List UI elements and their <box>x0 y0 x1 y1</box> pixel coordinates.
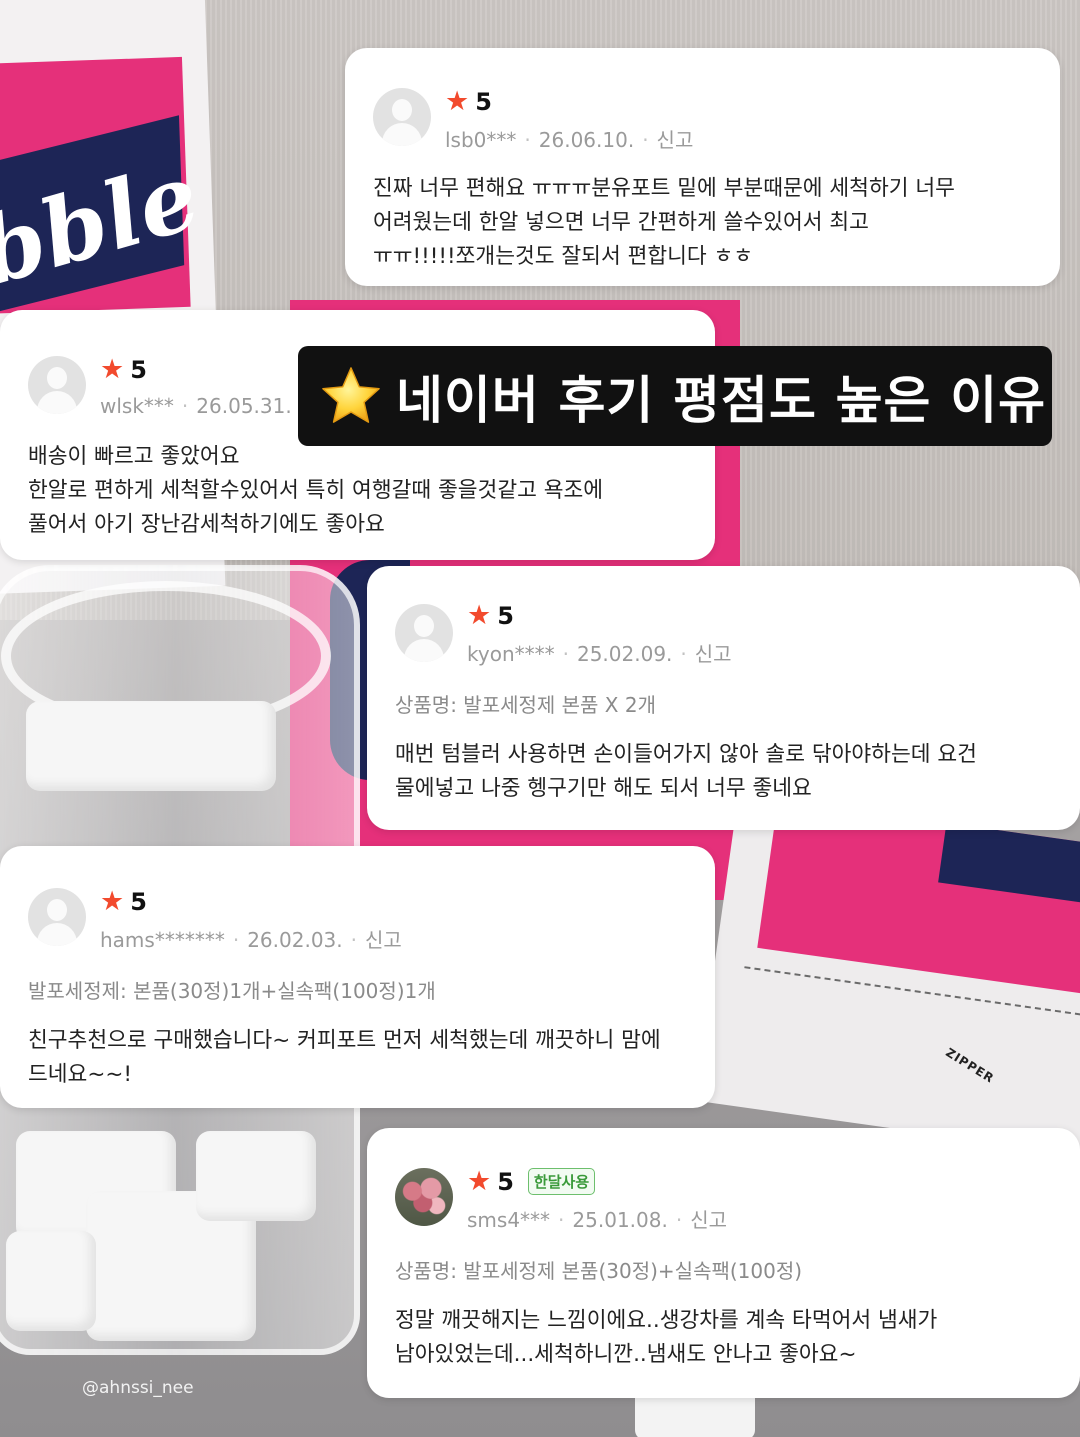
avatar <box>373 88 431 146</box>
review-date: 26.02.03. <box>247 928 343 952</box>
product-name: 상품명: 발포세정제 본품 X 2개 <box>395 693 656 717</box>
star-icon: ★ <box>467 600 492 631</box>
report-link[interactable]: 신고 <box>657 128 694 152</box>
avatar <box>395 1168 453 1226</box>
username: hams******* <box>100 928 225 952</box>
product-name: 발포세정제: 본품(30정)1개+실속팩(100정)1개 <box>28 979 436 1003</box>
watermark: @ahnssi_nee <box>82 1378 194 1398</box>
username: kyon**** <box>467 642 555 666</box>
product-bag-right: ZIPPER <box>695 793 1080 1157</box>
review-meta: kyon**** · 25.02.09. · 신고 <box>467 642 732 666</box>
rating-value: 5 <box>497 1167 514 1196</box>
rating: ★ 5 한달사용 <box>467 1166 596 1197</box>
product-name: 상품명: 발포세정제 본품(30정)+실속팩(100정) <box>395 1259 803 1283</box>
review-text: 정말 깨끗해지는 느낌이에요..생강차를 계속 타먹어서 냄새가 남아있었는데.… <box>395 1308 938 1367</box>
review-text: 매번 텀블러 사용하면 손이들어가지 않아 솔로 닦아야하는데 요건 물에넣고 … <box>395 742 977 801</box>
review-card: ★ 5 hams******* · 26.02.03. · 신고 발포세정제: 본품(3… <box>0 846 715 1108</box>
report-link[interactable]: 신고 <box>695 642 732 666</box>
review-text: 친구추천으로 구매했습니다~ 커피포트 먼저 세척했는데 깨끗하니 맘에 드네요… <box>28 1028 661 1087</box>
avatar <box>395 604 453 662</box>
star-icon: ★ <box>445 86 470 117</box>
star-icon: ★ <box>467 1166 492 1197</box>
review-meta: lsb0*** · 26.06.10. · 신고 <box>445 128 694 152</box>
avatar <box>28 888 86 946</box>
review-meta: hams******* · 26.02.03. · 신고 <box>100 928 402 952</box>
review-card: ★ 5 한달사용 sms4*** · 25.01.08. · 신고 상품명: 발포세정제… <box>367 1128 1080 1398</box>
rating-value: 5 <box>130 887 147 916</box>
review-date: 25.02.09. <box>576 642 673 666</box>
review-text: 진짜 너무 편해요 ㅠㅠㅠ분유포트 밑에 부분때문에 세척하기 너무 어려웠는데… <box>373 176 955 269</box>
username: lsb0*** <box>445 128 517 152</box>
star-icon: ★ <box>100 886 125 917</box>
rating: ★ 5 <box>467 602 514 629</box>
review-meta: wlsk*** · 26.05.31. <box>100 394 292 418</box>
review-text: 배송이 빠르고 좋았어요 한알로 편하게 세척할수있어서 특히 여행갈때 좋을것… <box>28 444 604 537</box>
headline-banner: 네이버 후기 평점도 높은 이유 <box>298 346 1052 446</box>
rating-value: 5 <box>475 87 492 116</box>
zipper-label: ZIPPER <box>943 1045 997 1086</box>
review-date: 26.05.31. <box>196 394 292 418</box>
review-meta: sms4*** · 25.01.08. · 신고 <box>467 1208 727 1232</box>
rating: ★ 5 <box>445 88 492 115</box>
tablet-cube <box>196 1131 316 1221</box>
rating: ★ 5 <box>100 888 147 915</box>
headline-text: 네이버 후기 평점도 높은 이유 <box>396 372 1047 431</box>
review-date: 26.06.10. <box>538 128 635 152</box>
tablet-cube <box>6 1231 96 1331</box>
report-link[interactable]: 신고 <box>365 928 402 952</box>
review-date: 25.01.08. <box>572 1208 668 1232</box>
username: wlsk*** <box>100 394 174 418</box>
avatar <box>28 356 86 414</box>
rating-value: 5 <box>497 601 514 630</box>
report-link[interactable]: 신고 <box>690 1208 727 1232</box>
username: sms4*** <box>467 1208 551 1232</box>
rating: ★ 5 <box>100 356 147 383</box>
review-card: ★ 5 kyon**** · 25.02.09. · 신고 상품명: 발포세정제 본품 … <box>367 566 1080 830</box>
usage-badge: 한달사용 <box>527 1168 596 1195</box>
review-card: ★ 5 lsb0*** · 26.06.10. · 신고 진짜 너무 편해요 ㅠㅠㅠ분유… <box>345 48 1060 286</box>
tablet-cube <box>26 701 276 791</box>
star-emoji-icon <box>322 367 380 423</box>
rating-value: 5 <box>130 355 147 384</box>
star-icon: ★ <box>100 354 125 385</box>
